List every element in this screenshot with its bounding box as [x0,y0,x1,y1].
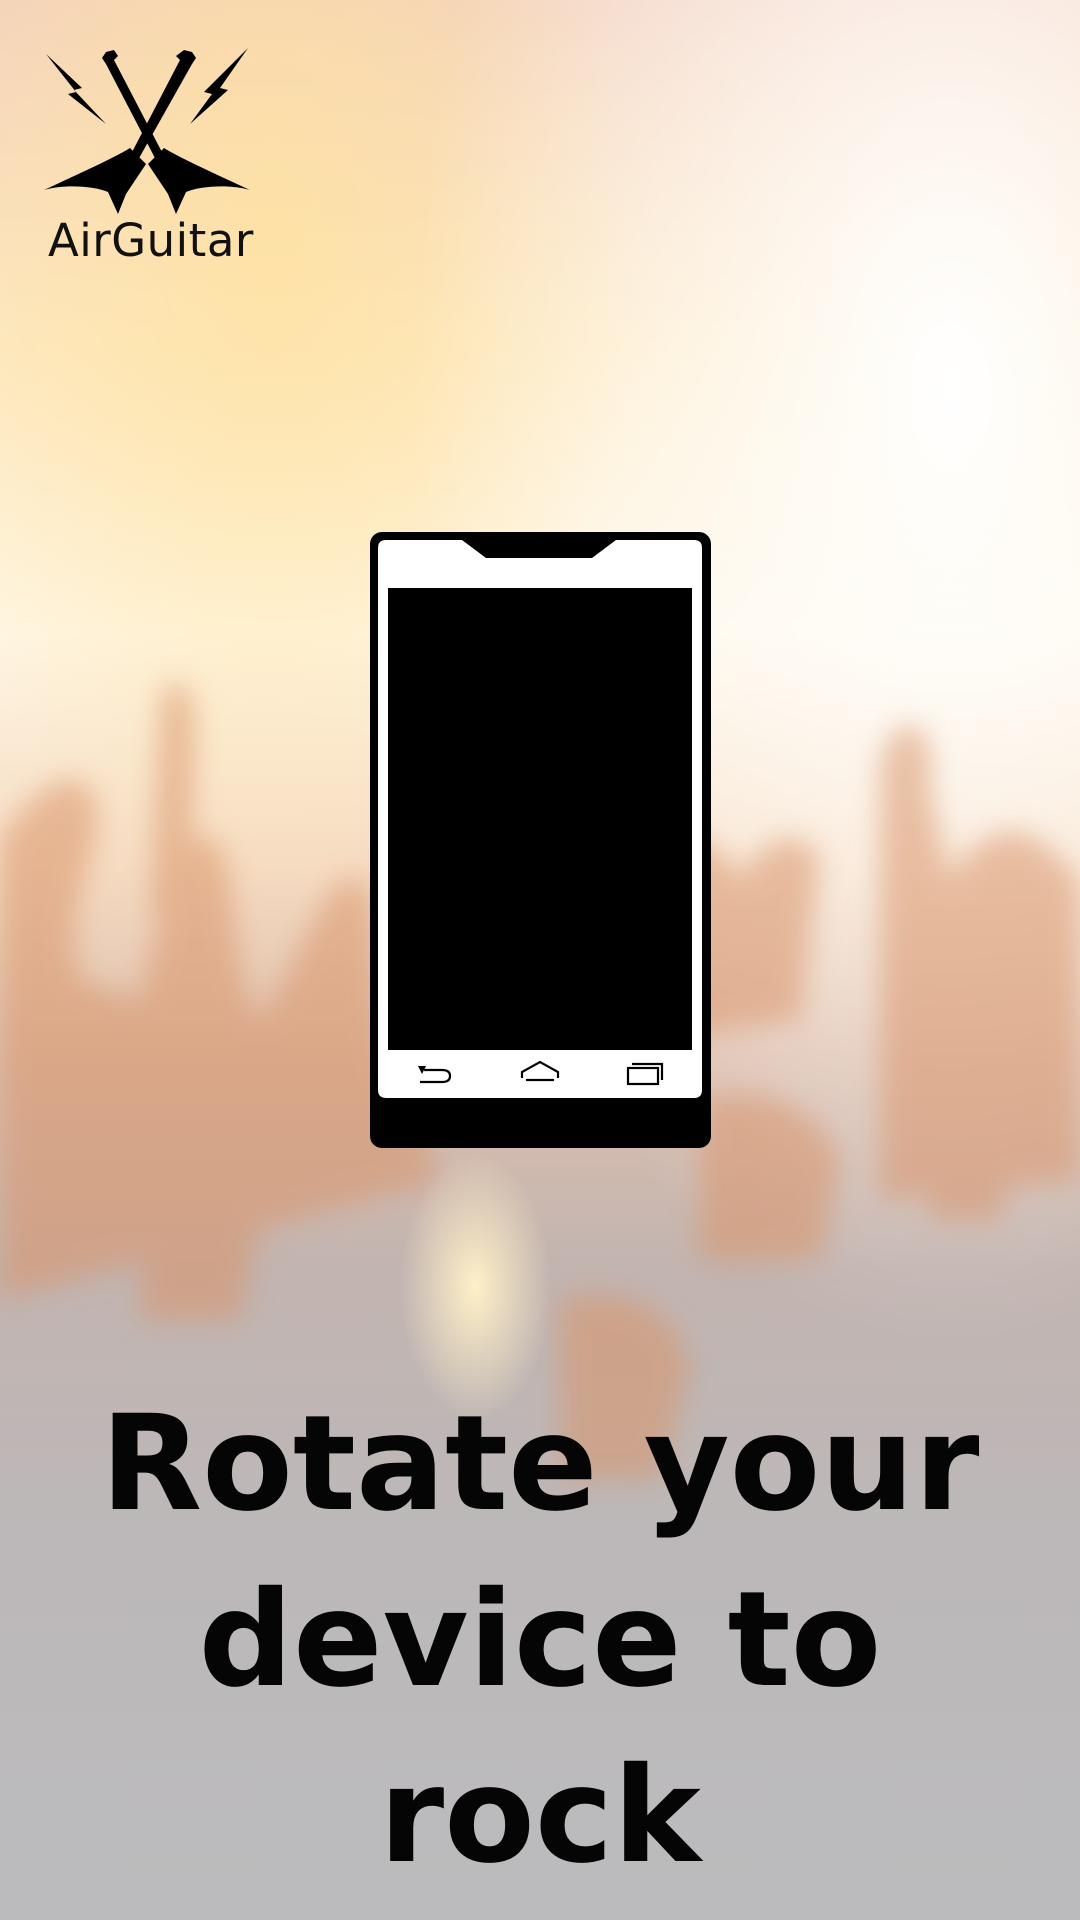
crossed-guitars-lightning-icon [44,48,250,214]
message-line-2: device to rock [198,1563,882,1893]
message-line-1: Rotate your [100,1387,980,1541]
smartphone-portrait-icon [370,532,711,1148]
rotate-device-message: Rotate your device to rock [40,1376,1040,1904]
app-name: AirGuitar [48,214,254,267]
